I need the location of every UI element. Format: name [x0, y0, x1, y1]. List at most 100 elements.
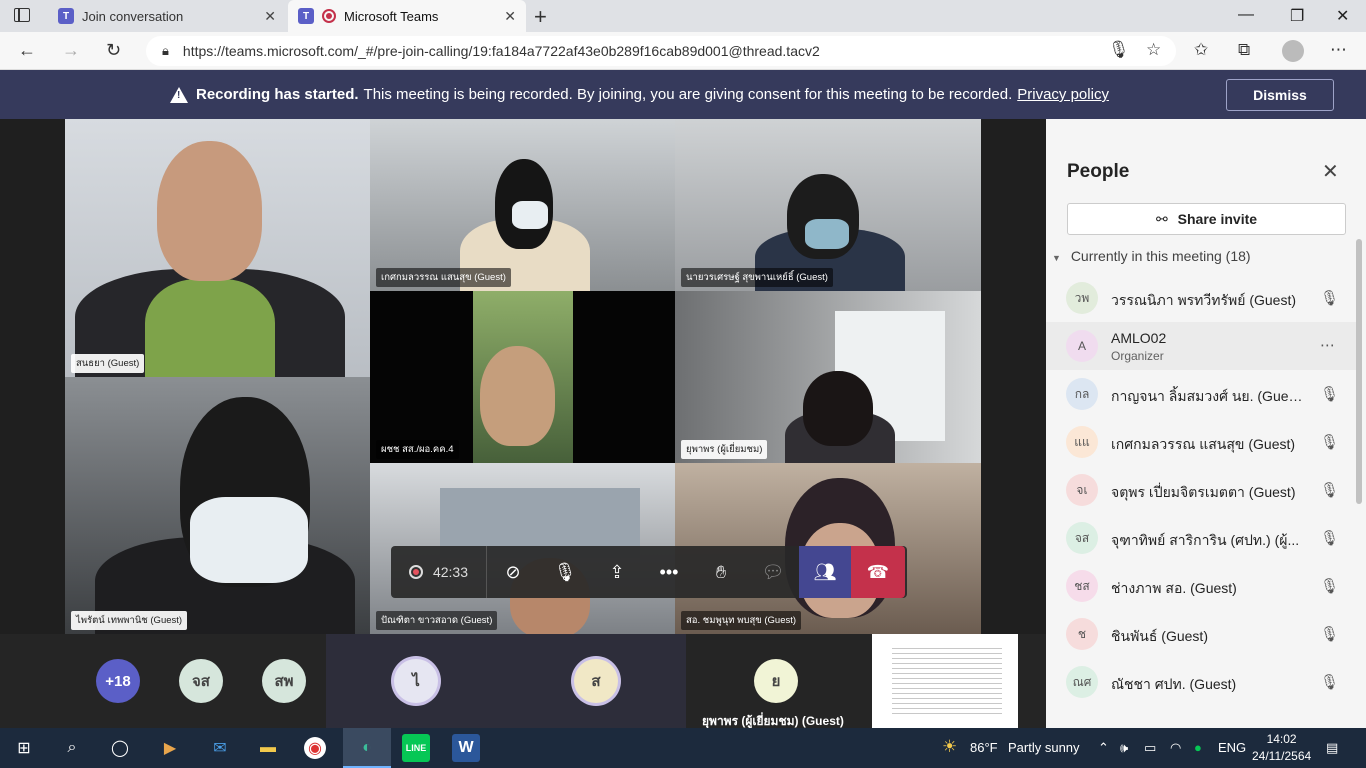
weather-temp[interactable]: 86°F [970, 740, 998, 755]
video-tile[interactable]: สนธยา (Guest) [65, 119, 370, 377]
participant-row[interactable]: แแ เกศกมลวรรณ แสนสุข (Guest) 🎙︎ [1046, 418, 1356, 466]
recording-icon [322, 9, 336, 23]
tab-label: Microsoft Teams [344, 8, 439, 24]
participant-row[interactable]: ณศ ณัชชา ศปท. (Guest) 🎙︎ [1046, 658, 1356, 706]
dismiss-button[interactable]: Dismiss [1226, 79, 1334, 111]
volume-icon[interactable]: 🕪︎ [1120, 740, 1128, 756]
notifications-icon[interactable]: ▤ [1326, 740, 1338, 756]
weather-text[interactable]: Partly sunny [1008, 740, 1080, 755]
browser-tab-strip: T Join conversation ✕ T Microsoft Teams … [0, 0, 1366, 32]
mic-muted-icon: 🎙︎ [1320, 290, 1340, 307]
share-screen-button[interactable]: ⇪ [591, 546, 643, 598]
line-icon[interactable]: LINE [402, 734, 430, 762]
more-icon: ••• [659, 561, 679, 582]
raise-hand-button[interactable]: ✋︎ [695, 546, 747, 598]
audio-tile[interactable]: ไ ส [326, 634, 686, 728]
profile-avatar[interactable] [1282, 40, 1304, 62]
mail-icon[interactable]: ✉ [206, 734, 234, 762]
collections-icon[interactable]: ⧉ [1238, 40, 1250, 60]
search-icon[interactable]: ⌕ [58, 734, 86, 762]
url-field[interactable]: 🔒︎ https://teams.microsoft.com/_#/pre-jo… [146, 36, 1176, 66]
edge-icon[interactable]: ◐ [353, 734, 381, 762]
participant-row[interactable]: จส จุฑาทิพย์ สาริการิน (ศปท.) (ผู้... 🎙︎ [1046, 514, 1356, 562]
participant-row[interactable]: จเ จตุพร เปี่ยมจิตรเมตตา (Guest) 🎙︎ [1046, 466, 1356, 514]
privacy-policy-link[interactable]: Privacy policy [1017, 86, 1109, 103]
video-tile[interactable]: ผชช สส./ผอ.คค.4 [370, 291, 675, 463]
window-close-icon[interactable]: ✕ [1336, 6, 1349, 26]
participant-row[interactable]: ชส ช่างภาพ สอ. (Guest) 🎙︎ [1046, 562, 1356, 610]
participant-row[interactable]: วพ วรรณนิภา พรทวีทรัพย์ (Guest) 🎙︎ [1046, 274, 1356, 322]
hang-up-button[interactable]: ☎︎ [851, 546, 905, 598]
forward-icon[interactable]: → [62, 40, 80, 61]
clock[interactable]: 14:02 24/11/2564 [1252, 731, 1311, 765]
participant-name: เกศกมลวรรณ แสนสุข (Guest) [1111, 436, 1296, 452]
tray-chevron-icon[interactable]: ⌃ [1098, 740, 1109, 756]
participant-avatar[interactable]: จส [179, 659, 223, 703]
close-icon[interactable]: ✕ [504, 8, 516, 25]
more-actions-button[interactable]: ••• [643, 546, 695, 598]
tab-join-conversation[interactable]: T Join conversation ✕ [46, 0, 286, 32]
more-options-icon[interactable]: ⋯ [1320, 336, 1335, 354]
panel-title: People [1067, 161, 1130, 182]
chrome-icon[interactable]: ◉ [304, 737, 326, 759]
refresh-icon[interactable]: ↻ [106, 40, 121, 61]
close-icon[interactable]: ✕ [264, 8, 276, 25]
restore-icon[interactable]: ❐ [1290, 6, 1304, 26]
video-tile[interactable]: นายวรเศรษฐ์ สุขพานเหย์ธิ์ (Guest) [675, 119, 981, 291]
minimize-icon[interactable]: — [1238, 6, 1254, 24]
wifi-icon[interactable]: ◠ [1170, 740, 1181, 756]
weather-icon: ☀︎ [942, 737, 958, 756]
video-silhouette [512, 201, 548, 229]
close-panel-icon[interactable]: ✕ [1322, 159, 1339, 184]
file-explorer-icon[interactable]: ▬ [254, 734, 282, 762]
lock-icon: 🔒︎ [162, 43, 169, 58]
microphone-icon[interactable]: 🎙︎ [1108, 40, 1130, 60]
phone-icon: ☎︎ [866, 561, 890, 582]
video-tile[interactable]: ไพรัตน์ เทพพานิช (Guest) [65, 377, 370, 634]
participant-avatar: กล [1066, 378, 1098, 410]
video-tile[interactable]: ยุพาพร (ผู้เยี่ยมชม) [675, 291, 981, 463]
banner-title: Recording has started. [196, 86, 359, 103]
video-silhouette [805, 219, 849, 249]
participant-name-tag: นายวรเศรษฐ์ สุขพานเหย์ธิ์ (Guest) [681, 268, 833, 287]
video-silhouette [480, 346, 555, 446]
back-icon[interactable]: ← [18, 40, 36, 61]
favorite-add-icon[interactable]: ☆ [1146, 40, 1161, 60]
share-invite-button[interactable]: ⚯ Share invite [1067, 203, 1346, 235]
chevron-down-icon: ▼ [1052, 253, 1061, 263]
participant-row[interactable]: A AMLO02 Organizer ⋯ [1046, 322, 1356, 370]
media-player-icon[interactable]: ▶ [156, 734, 184, 762]
line-tray-icon[interactable]: ● [1194, 740, 1202, 755]
start-icon[interactable]: ⊞ [10, 734, 38, 762]
video-tile[interactable]: เกศกมลวรรณ แสนสุข (Guest) [370, 119, 675, 291]
teams-icon: T [58, 8, 74, 24]
new-tab-button[interactable]: + [534, 4, 547, 30]
mic-muted-icon: 🎙︎ [1320, 482, 1340, 499]
tab-actions-icon[interactable] [14, 8, 30, 22]
battery-icon[interactable]: ▭ [1144, 740, 1156, 756]
tab-microsoft-teams[interactable]: T Microsoft Teams ✕ [288, 0, 526, 32]
section-header[interactable]: ▼ Currently in this meeting (18) [1052, 248, 1251, 264]
camera-off-button[interactable]: ⊘ [487, 546, 539, 598]
more-icon[interactable]: ⋯ [1330, 40, 1347, 60]
favorites-icon[interactable]: ✩ [1194, 40, 1208, 60]
word-icon[interactable]: W [452, 734, 480, 762]
participants-button[interactable]: 👥︎ [799, 546, 851, 598]
participant-avatar[interactable]: ย [754, 659, 798, 703]
video-silhouette [803, 371, 873, 446]
overflow-count-button[interactable]: +18 [96, 659, 140, 703]
participant-row[interactable]: ช ชินพันธ์ (Guest) 🎙︎ [1046, 610, 1356, 658]
task-view-icon[interactable]: ◯ [106, 734, 134, 762]
participant-name: วรรณนิภา พรทวีทรัพย์ (Guest) [1111, 292, 1297, 308]
mic-muted-icon: 🎙︎ [1320, 386, 1340, 403]
mute-button[interactable]: 🎙︎ [539, 546, 591, 598]
participant-avatar: ช [1066, 618, 1098, 650]
participant-avatar: วพ [1066, 282, 1098, 314]
chat-button[interactable]: 💬︎ [747, 546, 799, 598]
language-indicator[interactable]: ENG [1218, 740, 1246, 755]
participant-row[interactable]: กล กาญจนา ลิ้มสมวงศ์ นย. (Guest) 🎙︎ [1046, 370, 1356, 418]
panel-scrollbar[interactable] [1356, 239, 1362, 504]
participant-avatar: จส [1066, 522, 1098, 554]
participant-avatar[interactable]: สพ [262, 659, 306, 703]
participant-avatar: ส [574, 659, 618, 703]
